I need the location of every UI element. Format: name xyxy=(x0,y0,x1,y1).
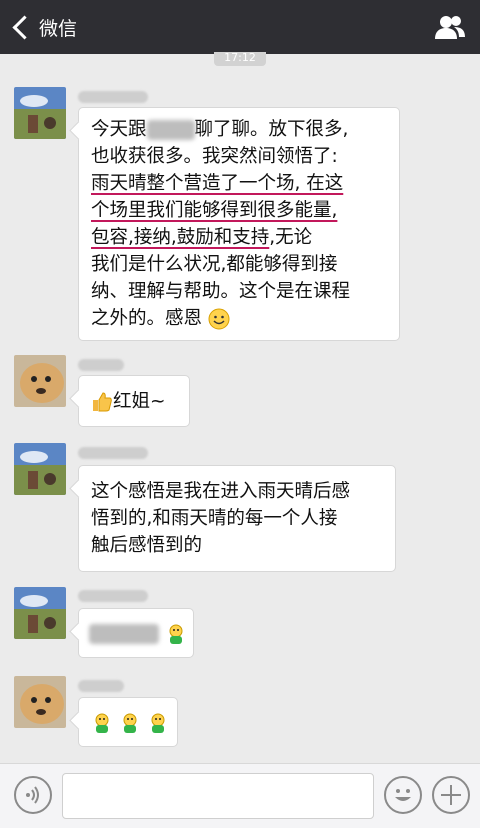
sender-name xyxy=(78,447,148,459)
emoji-button[interactable] xyxy=(384,776,422,814)
message-line: 红姐~ xyxy=(91,388,177,415)
back-label: 微信 xyxy=(39,17,78,40)
avatar[interactable] xyxy=(14,443,66,495)
message-text: 之外的。感恩 xyxy=(91,308,203,329)
message-text: 聊了聊。放下很多, xyxy=(194,119,349,140)
message-line: 也收获很多。我突然间领悟了: xyxy=(91,146,338,167)
back-button[interactable]: 微信 xyxy=(10,10,77,44)
redacted-text xyxy=(89,624,159,644)
green-person-icon xyxy=(123,713,137,733)
avatar[interactable] xyxy=(14,87,66,139)
message-line: 雨天晴整个营造了一个场, 在这 xyxy=(91,173,344,194)
sender-name xyxy=(78,590,148,602)
sender-name xyxy=(78,359,124,371)
message-text: 今天跟 xyxy=(91,119,147,140)
message-line: 个场里我们能够得到很多能量, xyxy=(91,200,338,221)
voice-button[interactable] xyxy=(14,776,52,814)
green-person-icon xyxy=(169,624,183,644)
input-bar xyxy=(0,763,480,828)
green-person-icon xyxy=(151,713,165,733)
timestamp: 17:12 xyxy=(214,52,266,66)
message-line: 这个感悟是我在进入雨天晴后感 xyxy=(91,481,351,502)
green-person-icon xyxy=(95,713,109,733)
message-bubble[interactable] xyxy=(78,697,178,747)
message-line: 我们是什么状况,都能够得到接 xyxy=(91,254,338,275)
message-text: 红姐~ xyxy=(113,391,166,412)
message-line xyxy=(89,620,183,647)
message-line: 今天跟 聊了聊。放下很多, xyxy=(91,116,387,143)
avatar[interactable] xyxy=(14,587,66,639)
sender-name xyxy=(78,680,124,692)
avatar[interactable] xyxy=(14,676,66,728)
message-bubble[interactable]: 这个感悟是我在进入雨天晴后感 悟到的,和雨天晴的每一个人接 触后感悟到的 xyxy=(78,465,396,572)
message-line: 包容,接纳,鼓励和支持,无论 xyxy=(91,224,387,251)
plus-button[interactable] xyxy=(432,776,470,814)
plus-icon xyxy=(441,785,461,805)
chevron-left-icon xyxy=(12,14,37,40)
message-line: 之外的。感恩 xyxy=(91,305,387,332)
emoji-icon xyxy=(395,789,411,801)
message-input[interactable] xyxy=(62,773,374,819)
message-line: 悟到的,和雨天晴的每一个人接 xyxy=(91,508,338,529)
redacted-name xyxy=(146,120,195,140)
message-text: ,无论 xyxy=(269,227,313,248)
avatar[interactable] xyxy=(14,355,66,407)
message-line xyxy=(91,709,165,736)
voice-icon xyxy=(26,786,39,804)
message-text: 包容,接纳,鼓励和支持 xyxy=(91,227,270,248)
title-bar: 微信 xyxy=(0,0,480,54)
message-bubble[interactable]: 红姐~ xyxy=(78,375,190,427)
message-line: 纳、理解与帮助。这个是在课程 xyxy=(91,281,351,302)
message-line: 触后感悟到的 xyxy=(91,535,203,556)
sender-name xyxy=(78,91,148,103)
people-icon[interactable] xyxy=(434,14,466,40)
smile-icon xyxy=(208,308,230,330)
message-bubble[interactable]: 今天跟 聊了聊。放下很多, 也收获很多。我突然间领悟了: 雨天晴整个营造了一个场,… xyxy=(78,107,400,341)
message-bubble[interactable] xyxy=(78,608,194,658)
thumbs-up-icon xyxy=(93,392,112,412)
